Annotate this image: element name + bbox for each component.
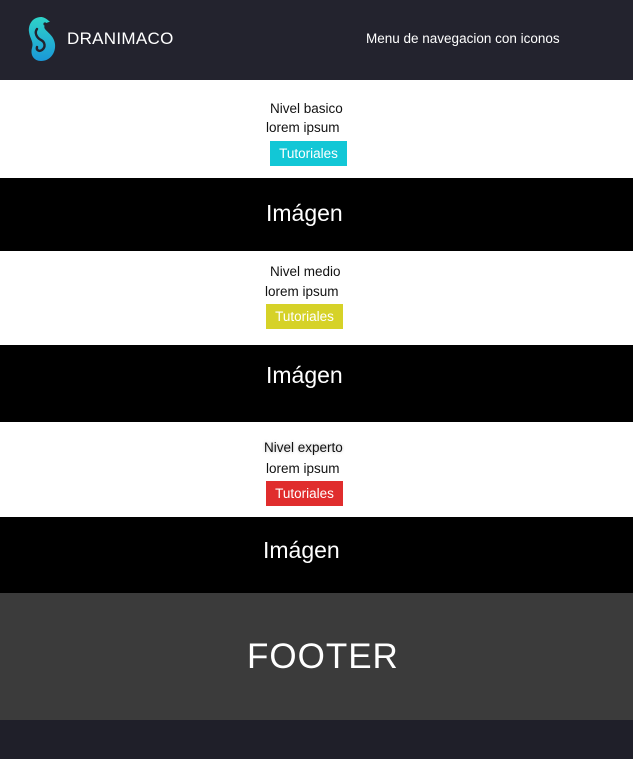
dragon-logo-icon[interactable] (24, 15, 58, 63)
level-description: lorem ipsum (266, 120, 340, 135)
tutoriales-button-experto[interactable]: Tutoriales (266, 481, 343, 506)
bottom-bar (0, 720, 633, 759)
image-label: Imágen (266, 200, 343, 226)
level-title: Nivel basico (270, 101, 343, 116)
footer-label: FOOTER (247, 637, 399, 676)
image-placeholder: Imágen (0, 345, 633, 422)
level-section-experto: Nivel experto lorem ipsum Tutoriales (0, 422, 633, 517)
level-section-basico: Nivel basico lorem ipsum Tutoriales (0, 80, 633, 178)
tutoriales-button-medio[interactable]: Tutoriales (266, 304, 343, 329)
image-placeholder: Imágen (0, 178, 633, 251)
footer: FOOTER (0, 593, 633, 720)
brand-name[interactable]: DRANIMACO (67, 29, 174, 49)
level-section-medio: Nivel medio lorem ipsum Tutoriales (0, 251, 633, 345)
level-description: lorem ipsum (266, 461, 340, 476)
level-description: lorem ipsum (265, 284, 339, 299)
image-label: Imágen (266, 362, 343, 388)
image-label: Imágen (263, 537, 340, 563)
tutoriales-button-basico[interactable]: Tutoriales (270, 141, 347, 166)
header: DRANIMACO Menu de navegacion con iconos (0, 0, 633, 80)
image-placeholder: Imágen (0, 517, 633, 593)
page: DRANIMACO Menu de navegacion con iconos … (0, 0, 633, 759)
nav-menu-link[interactable]: Menu de navegacion con iconos (366, 31, 560, 46)
level-title: Nivel experto (264, 440, 343, 455)
level-title: Nivel medio (270, 264, 341, 279)
